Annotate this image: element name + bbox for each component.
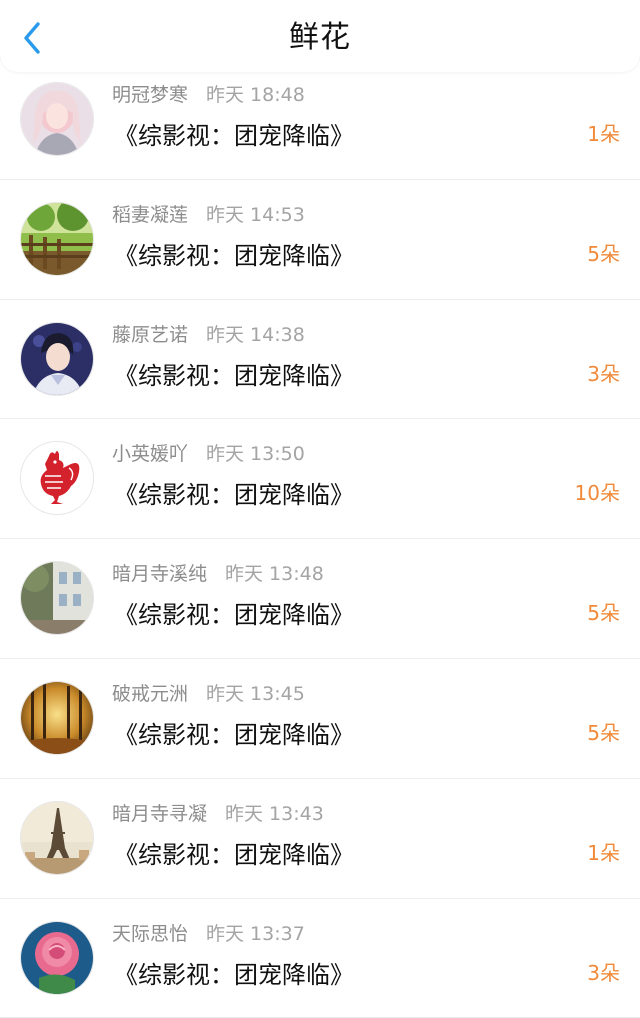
book-title: 《综影视：团宠降临》 [114, 840, 354, 869]
user-name[interactable]: 暗月寺寻凝 [112, 803, 207, 825]
user-name[interactable]: 稻妻凝莲 [112, 204, 188, 226]
user-name[interactable]: 小英媛吖 [112, 443, 188, 465]
list-item[interactable]: 稻妻凝莲 昨天 14:53 《综影视：团宠降临》 5朵 [0, 179, 640, 300]
gift-time: 昨天 13:37 [206, 922, 305, 945]
flower-count: 5朵 [587, 601, 620, 626]
avatar[interactable] [20, 201, 94, 276]
avatar[interactable] [20, 82, 94, 156]
user-name[interactable]: 破戒元洲 [112, 683, 188, 705]
list-item[interactable]: 破戒元洲 昨天 13:45 《综影视：团宠降临》 5朵 [0, 658, 640, 779]
flower-count: 5朵 [587, 720, 620, 745]
book-title: 《综影视：团宠降临》 [114, 720, 354, 749]
top-bar: 鲜花 [0, 0, 640, 72]
gift-meta: 破戒元洲 昨天 13:45 [112, 679, 305, 706]
avatar[interactable] [20, 321, 94, 396]
gift-meta: 天际思怡 昨天 13:37 [112, 919, 305, 946]
garden-fence-icon [21, 202, 93, 275]
gift-time: 昨天 13:45 [206, 682, 305, 705]
pink-rose-icon [21, 921, 93, 994]
book-title: 《综影视：团宠降临》 [114, 122, 354, 150]
page-title: 鲜花 [289, 20, 351, 55]
avatar[interactable] [20, 561, 94, 636]
avatar[interactable] [20, 800, 94, 875]
list-item[interactable]: 暗月寺溪纯 昨天 13:48 《综影视：团宠降临》 5朵 [0, 539, 640, 659]
avatar[interactable] [20, 441, 94, 516]
gift-meta: 明冠梦寒 昨天 18:48 [112, 80, 305, 107]
user-name[interactable]: 藤原艺诺 [112, 324, 188, 346]
red-rooster-papercut-icon [21, 442, 93, 515]
book-title: 《综影视：团宠降临》 [114, 481, 354, 510]
flower-count: 10朵 [574, 481, 620, 506]
user-name[interactable]: 暗月寺溪纯 [112, 563, 207, 585]
street-building-icon [21, 562, 93, 635]
flower-count: 3朵 [587, 960, 620, 985]
gift-time: 昨天 13:50 [206, 443, 305, 466]
gift-time: 昨天 18:48 [206, 84, 305, 106]
list-item[interactable]: 明冠梦寒 昨天 18:48 《综影视：团宠降临》 1朵 [0, 60, 640, 180]
flower-gift-list: 明冠梦寒 昨天 18:48 《综影视：团宠降临》 1朵 稻妻凝莲 昨天 14:53 … [0, 60, 640, 1018]
boy-portrait-icon [21, 322, 93, 395]
gift-time: 昨天 13:43 [225, 802, 324, 825]
gift-time: 昨天 14:53 [206, 203, 305, 226]
avatar[interactable] [20, 680, 94, 755]
book-title: 《综影视：团宠降临》 [114, 241, 354, 270]
list-item[interactable]: 小英媛吖 昨天 13:50 《综影视：团宠降临》 10朵 [0, 419, 640, 540]
flower-count: 5朵 [587, 241, 620, 266]
gift-meta: 藤原艺诺 昨天 14:38 [112, 320, 305, 347]
eiffel-tower-icon [21, 801, 93, 874]
user-name[interactable]: 天际思怡 [112, 923, 188, 945]
girl-portrait-icon [21, 83, 93, 155]
avatar[interactable] [20, 920, 94, 995]
autumn-forest-icon [21, 681, 93, 754]
gift-meta: 小英媛吖 昨天 13:50 [112, 439, 305, 466]
gift-time: 昨天 13:48 [225, 563, 324, 586]
gift-meta: 稻妻凝莲 昨天 14:53 [112, 200, 305, 227]
flower-count: 1朵 [587, 840, 620, 865]
list-item[interactable]: 天际思怡 昨天 13:37 《综影视：团宠降临》 3朵 [0, 898, 640, 1018]
gift-meta: 暗月寺溪纯 昨天 13:48 [112, 559, 324, 586]
list-item[interactable]: 暗月寺寻凝 昨天 13:43 《综影视：团宠降临》 1朵 [0, 778, 640, 899]
book-title: 《综影视：团宠降临》 [114, 960, 354, 989]
book-title: 《综影视：团宠降临》 [114, 601, 354, 630]
book-title: 《综影视：团宠降临》 [114, 361, 354, 390]
user-name[interactable]: 明冠梦寒 [112, 84, 188, 106]
list-item[interactable]: 藤原艺诺 昨天 14:38 《综影视：团宠降临》 3朵 [0, 299, 640, 420]
gift-meta: 暗月寺寻凝 昨天 13:43 [112, 799, 324, 826]
flower-count: 1朵 [587, 122, 620, 146]
flower-count: 3朵 [587, 361, 620, 386]
gift-time: 昨天 14:38 [206, 323, 305, 346]
